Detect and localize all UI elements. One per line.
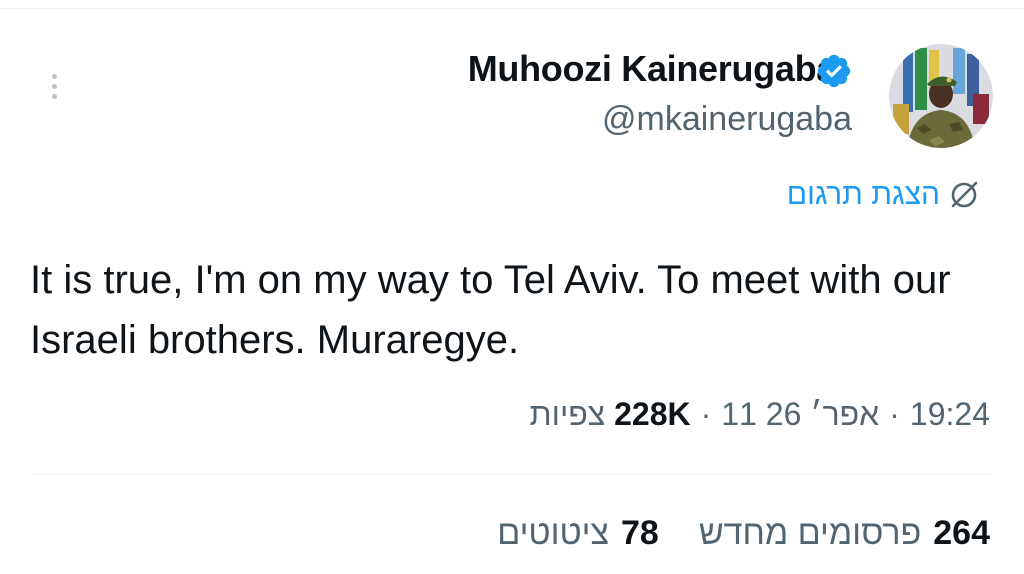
meta-separator: · <box>889 396 900 432</box>
tweet-metadata: צפיות 228K · 11 אפר׳ 26 · 19:24 <box>530 396 990 433</box>
views-label: צפיות <box>529 396 606 432</box>
show-translation-label: הצגת תרגום <box>786 178 940 211</box>
more-dot <box>51 73 57 79</box>
top-divider <box>0 8 1024 9</box>
author-name[interactable]: Muhoozi Kainerugaba <box>468 48 837 90</box>
show-translation-button[interactable]: הצגת תרגום <box>787 178 980 212</box>
more-dot <box>51 93 57 99</box>
quotes-stat[interactable]: ציטוטים 78 <box>497 514 659 553</box>
reposts-count: 264 <box>933 514 990 552</box>
reposts-label: פרסומים מחדש <box>698 514 922 552</box>
translate-globe-icon <box>951 181 978 208</box>
views-count[interactable]: 228K <box>614 396 691 433</box>
more-options-icon[interactable] <box>40 68 68 104</box>
tweet-date[interactable]: 11 אפר׳ 26 <box>721 396 879 433</box>
author-handle[interactable]: @mkainerugaba <box>602 100 852 139</box>
avatar[interactable] <box>889 44 993 148</box>
more-dot <box>51 83 57 89</box>
quotes-count: 78 <box>621 514 659 552</box>
stats-divider <box>30 474 994 475</box>
engagement-stats: ציטוטים 78 פרסומים מחדש 264 <box>497 514 990 553</box>
tweet-text: It is true, I'm on my way to Tel Aviv. T… <box>30 258 951 362</box>
quotes-label: ציטוטים <box>497 514 609 552</box>
meta-separator: · <box>700 396 712 432</box>
avatar-image <box>889 44 993 148</box>
verified-badge-icon[interactable] <box>815 52 853 90</box>
reposts-stat[interactable]: פרסומים מחדש 264 <box>699 514 990 553</box>
tweet-time[interactable]: 19:24 <box>910 396 990 433</box>
